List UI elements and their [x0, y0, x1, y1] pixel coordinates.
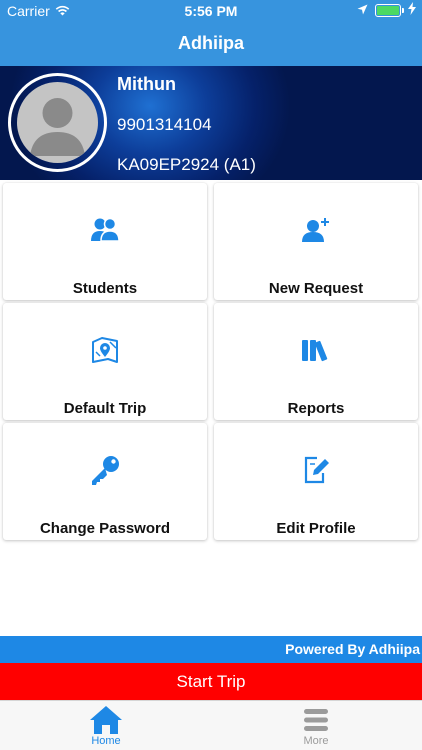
- tile-default-trip[interactable]: Default Trip: [3, 303, 207, 420]
- user-avatar-icon: [17, 82, 98, 163]
- students-icon: [3, 213, 207, 247]
- top-bar: Carrier 5:56 PM Adhiipa: [0, 0, 422, 66]
- tab-home[interactable]: Home: [66, 705, 146, 747]
- map-pin-icon: [3, 333, 207, 367]
- profile-name: Mithun: [117, 74, 176, 94]
- avatar: [8, 73, 107, 172]
- status-bar: Carrier 5:56 PM: [0, 0, 422, 22]
- tile-change-password-label: Change Password: [39, 520, 171, 537]
- tab-home-label: Home: [91, 735, 121, 747]
- home-icon: [66, 705, 146, 735]
- tab-bar: Home More: [0, 700, 422, 750]
- tile-edit-profile-label: Edit Profile: [276, 520, 356, 537]
- status-right: [357, 2, 416, 18]
- tile-new-request[interactable]: New Request: [214, 183, 418, 300]
- start-trip-button[interactable]: Start Trip: [0, 663, 422, 700]
- key-icon: [3, 453, 207, 487]
- profile-vehicle: KA09EP2924 (A1): [117, 155, 256, 174]
- tile-reports[interactable]: Reports: [214, 303, 418, 420]
- charging-bolt-icon: [408, 2, 416, 18]
- tab-more-label: More: [303, 735, 329, 747]
- tile-students-label: Students: [72, 280, 138, 297]
- tile-change-password[interactable]: Change Password: [3, 423, 207, 540]
- tile-new-request-label: New Request: [268, 280, 364, 297]
- page-title: Adhiipa: [178, 33, 244, 53]
- profile-phone: 9901314104: [117, 115, 212, 134]
- tile-edit-profile[interactable]: Edit Profile: [214, 423, 418, 540]
- tile-students[interactable]: Students: [3, 183, 207, 300]
- battery-icon: [375, 3, 404, 17]
- books-icon: [214, 333, 418, 367]
- location-arrow-icon: [357, 2, 368, 18]
- tile-default-trip-label: Default Trip: [63, 400, 147, 417]
- profile-banner: Mithun 9901314104 KA09EP2924 (A1): [0, 66, 422, 180]
- add-person-icon: [214, 213, 418, 247]
- powered-by-banner: Powered By Adhiipa: [0, 636, 422, 663]
- edit-document-icon: [214, 453, 418, 487]
- tab-more[interactable]: More: [276, 705, 356, 747]
- menu-icon: [276, 705, 356, 735]
- tile-reports-label: Reports: [287, 400, 345, 417]
